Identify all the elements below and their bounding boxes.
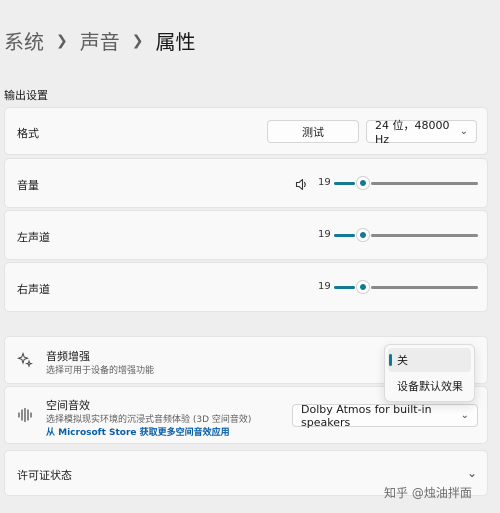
menu-item-device-default[interactable]: 设备默认效果 [388,374,471,398]
right-channel-row: 右声道 19 [4,262,488,312]
left-channel-slider-thumb[interactable] [356,228,370,242]
left-channel-label: 左声道 [17,231,50,244]
license-status-label: 许可证状态 [17,469,72,482]
audio-enhancement-menu: 关 设备默认效果 [384,344,475,402]
audio-enhancement-subtitle: 选择可用于设备的增强功能 [46,366,155,376]
format-row: 格式 测试 24 位，48000 Hz ⌄ [4,107,488,155]
menu-item-off[interactable]: 关 [388,348,471,372]
breadcrumb-system[interactable]: 系统 [4,26,44,55]
format-label: 格式 [17,127,39,140]
speaker-icon[interactable] [295,176,308,195]
test-button[interactable]: 测试 [267,120,359,143]
breadcrumb-properties: 属性 [155,30,196,54]
format-dropdown-value: 24 位，48000 Hz [375,119,450,146]
sound-wave-icon [17,407,33,427]
right-channel-value: 19 [318,281,331,292]
format-dropdown[interactable]: 24 位，48000 Hz ⌄ [366,119,477,146]
spatial-sound-subtitle: 选择模拟现实环境的沉浸式音频体验 (3D 空间音效) [46,415,252,425]
left-channel-value: 19 [318,229,331,240]
audio-enhancement-title: 音频增强 [46,350,90,363]
volume-value: 19 [318,177,331,188]
chevron-down-icon: ⌄ [460,410,469,421]
volume-slider-track [371,182,478,185]
chevron-right-icon: ❯ [131,32,144,49]
right-channel-slider[interactable] [334,280,478,294]
left-channel-slider-fill [334,234,355,237]
left-channel-row: 左声道 19 [4,210,488,260]
spatial-sound-dropdown[interactable]: Dolby Atmos for built-in speakers ⌄ [292,402,478,429]
output-settings-heading: 输出设置 [4,89,48,102]
right-channel-label: 右声道 [17,283,50,296]
right-channel-slider-track [371,286,478,289]
spatial-sound-title: 空间音效 [46,399,90,412]
chevron-right-icon: ❯ [56,32,68,49]
volume-slider-fill [334,182,355,185]
right-channel-slider-thumb[interactable] [356,280,370,294]
volume-row: 音量 19 [4,158,488,208]
sparkle-icon [17,351,33,372]
volume-label: 音量 [17,179,39,192]
breadcrumb-sound[interactable]: 声音 [80,26,120,55]
chevron-down-icon[interactable]: ⌄ [467,466,477,480]
spatial-sound-dropdown-value: Dolby Atmos for built-in speakers [301,402,432,429]
volume-slider[interactable] [334,176,478,190]
right-channel-slider-fill [334,286,355,289]
microsoft-store-link[interactable]: 从 Microsoft Store 获取更多空间音效应用 [46,425,230,438]
watermark: 知乎 @烛油拌面 [384,486,472,500]
left-channel-slider[interactable] [334,228,478,242]
volume-slider-thumb[interactable] [356,176,370,190]
breadcrumb: 系统 ❯ 声音 ❯ 属性 [4,26,195,55]
chevron-down-icon: ⌄ [459,126,468,137]
left-channel-slider-track [371,234,478,237]
